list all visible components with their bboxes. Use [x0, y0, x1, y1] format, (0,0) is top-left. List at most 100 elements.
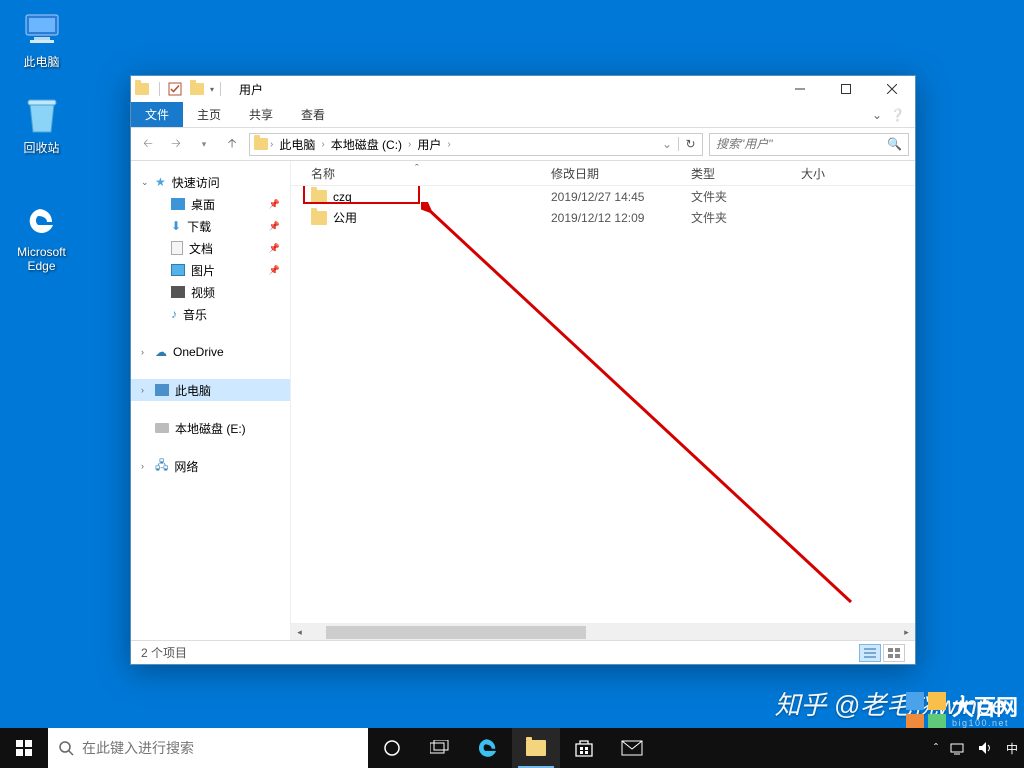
annotation-arrow	[421, 202, 871, 622]
search-icon[interactable]: 🔍	[887, 137, 902, 151]
nav-label: OneDrive	[173, 345, 224, 359]
nav-label: 网络	[174, 458, 198, 475]
tab-file[interactable]: 文件	[131, 102, 183, 127]
chevron-right-icon[interactable]: ›	[268, 139, 275, 150]
location-bar[interactable]: › 此电脑 › 本地磁盘 (C:) › 用户 › ⌄ ↻	[249, 133, 703, 156]
computer-icon	[22, 10, 62, 50]
maximize-button[interactable]	[823, 76, 869, 102]
taskbar-search[interactable]	[48, 728, 368, 768]
nav-label: 桌面	[191, 196, 215, 213]
ribbon: 文件 主页 共享 查看 ⌄ ❔	[131, 102, 915, 128]
taskbar-store[interactable]	[560, 728, 608, 768]
file-row[interactable]: czq 2019/12/27 14:45 文件夹	[291, 186, 915, 207]
divider	[220, 82, 221, 96]
nav-drive-e[interactable]: 本地磁盘 (E:)	[131, 417, 290, 439]
titlebar[interactable]: ▾ 用户	[131, 76, 915, 102]
folder-icon	[135, 83, 149, 95]
scroll-left-icon[interactable]: ◂	[291, 624, 308, 641]
start-button[interactable]	[0, 728, 48, 768]
chevron-right-icon[interactable]: ›	[319, 139, 326, 150]
view-large-icons-button[interactable]	[883, 644, 905, 662]
nav-label: 文档	[189, 240, 213, 257]
nav-quick-access[interactable]: ⌄ ★ 快速访问	[131, 171, 290, 193]
desktop-icon-my-computer[interactable]: 此电脑	[4, 10, 79, 70]
scroll-right-icon[interactable]: ▸	[898, 624, 915, 641]
nav-this-pc[interactable]: ›此电脑	[131, 379, 290, 401]
recent-dropdown[interactable]: ▾	[193, 133, 215, 155]
taskbar-mail[interactable]	[608, 728, 656, 768]
address-bar: 🡠 🡢 ▾ 🡡 › 此电脑 › 本地磁盘 (C:) › 用户 › ⌄ ↻ 🔍	[131, 128, 915, 161]
nav-downloads[interactable]: ⬇下载📌	[131, 215, 290, 237]
nav-label: 视频	[191, 284, 215, 301]
search-input[interactable]	[716, 137, 887, 151]
nav-pictures[interactable]: 图片📌	[131, 259, 290, 281]
up-button[interactable]: 🡡	[221, 133, 243, 155]
divider	[159, 82, 160, 96]
desktop-icon-edge[interactable]: Microsoft Edge	[4, 200, 79, 273]
picture-icon	[171, 264, 185, 276]
col-type[interactable]: 类型	[691, 165, 801, 182]
forward-button: 🡢	[165, 133, 187, 155]
tray-ime[interactable]: 中	[1000, 728, 1024, 768]
checkbox-icon[interactable]	[168, 82, 182, 96]
file-type: 文件夹	[691, 188, 801, 205]
file-name: czq	[333, 190, 352, 204]
tray-volume-icon[interactable]	[972, 728, 1000, 768]
col-size[interactable]: 大小	[801, 165, 861, 182]
breadcrumb-users[interactable]: 用户	[413, 136, 445, 153]
tab-share[interactable]: 共享	[235, 102, 287, 127]
pin-icon: 📌	[269, 199, 280, 210]
folder-icon[interactable]	[190, 83, 204, 95]
desktop-icon-label: Microsoft Edge	[4, 245, 79, 273]
close-button[interactable]	[869, 76, 915, 102]
nav-music[interactable]: ♪音乐	[131, 303, 290, 325]
breadcrumb-drive[interactable]: 本地磁盘 (C:)	[327, 136, 406, 153]
back-button[interactable]: 🡠	[137, 133, 159, 155]
tab-home[interactable]: 主页	[183, 102, 235, 127]
chevron-right-icon[interactable]: ›	[141, 461, 144, 471]
col-modified[interactable]: 修改日期	[551, 165, 691, 182]
chevron-right-icon[interactable]: ›	[141, 385, 144, 395]
nav-documents[interactable]: 文档📌	[131, 237, 290, 259]
desktop-icon-recycle-bin[interactable]: 回收站	[4, 96, 79, 156]
document-icon	[171, 241, 183, 255]
nav-onedrive[interactable]: ›☁OneDrive	[131, 341, 290, 363]
taskbar-edge[interactable]	[464, 728, 512, 768]
column-headers: 名称 修改日期 类型 大小	[291, 161, 915, 186]
horizontal-scrollbar[interactable]: ◂ ▸	[291, 623, 915, 640]
chevron-right-icon[interactable]: ›	[406, 139, 413, 150]
chevron-down-icon[interactable]: ▾	[210, 85, 214, 94]
dropdown-icon[interactable]: ⌄	[656, 137, 678, 151]
tab-view[interactable]: 查看	[287, 102, 339, 127]
cortana-button[interactable]	[368, 728, 416, 768]
chevron-right-icon[interactable]: ›	[445, 139, 452, 150]
ribbon-expand-icon[interactable]: ⌄	[872, 108, 882, 122]
view-details-button[interactable]	[859, 644, 881, 662]
folder-icon	[311, 211, 327, 225]
search-box[interactable]: 🔍	[709, 133, 909, 156]
col-name[interactable]: 名称	[311, 165, 551, 182]
chevron-down-icon[interactable]: ⌄	[141, 177, 149, 188]
minimize-button[interactable]	[777, 76, 823, 102]
taskbar-explorer[interactable]	[512, 728, 560, 768]
nav-videos[interactable]: 视频	[131, 281, 290, 303]
window-title: 用户	[239, 81, 263, 98]
watermark-big100: 大百网 big100.net	[906, 692, 1018, 732]
edge-icon	[21, 200, 63, 242]
taskbar-search-input[interactable]	[74, 740, 368, 756]
help-icon[interactable]: ❔	[890, 108, 905, 122]
nav-label: 快速访问	[172, 174, 220, 191]
file-row[interactable]: 公用 2019/12/12 12:09 文件夹	[291, 207, 915, 228]
task-view-button[interactable]	[416, 728, 464, 768]
scroll-thumb[interactable]	[326, 626, 586, 639]
tray-overflow[interactable]: ˆ	[928, 728, 944, 768]
folder-icon	[526, 740, 546, 756]
breadcrumb-pc[interactable]: 此电脑	[275, 136, 319, 153]
chevron-right-icon[interactable]: ›	[141, 347, 144, 357]
nav-label: 图片	[191, 262, 215, 279]
nav-desktop[interactable]: 桌面 📌	[131, 193, 290, 215]
refresh-button[interactable]: ↻	[678, 137, 702, 151]
tray-network-icon[interactable]	[944, 728, 972, 768]
file-modified: 2019/12/12 12:09	[551, 211, 691, 225]
nav-network[interactable]: ›🖧网络	[131, 455, 290, 477]
